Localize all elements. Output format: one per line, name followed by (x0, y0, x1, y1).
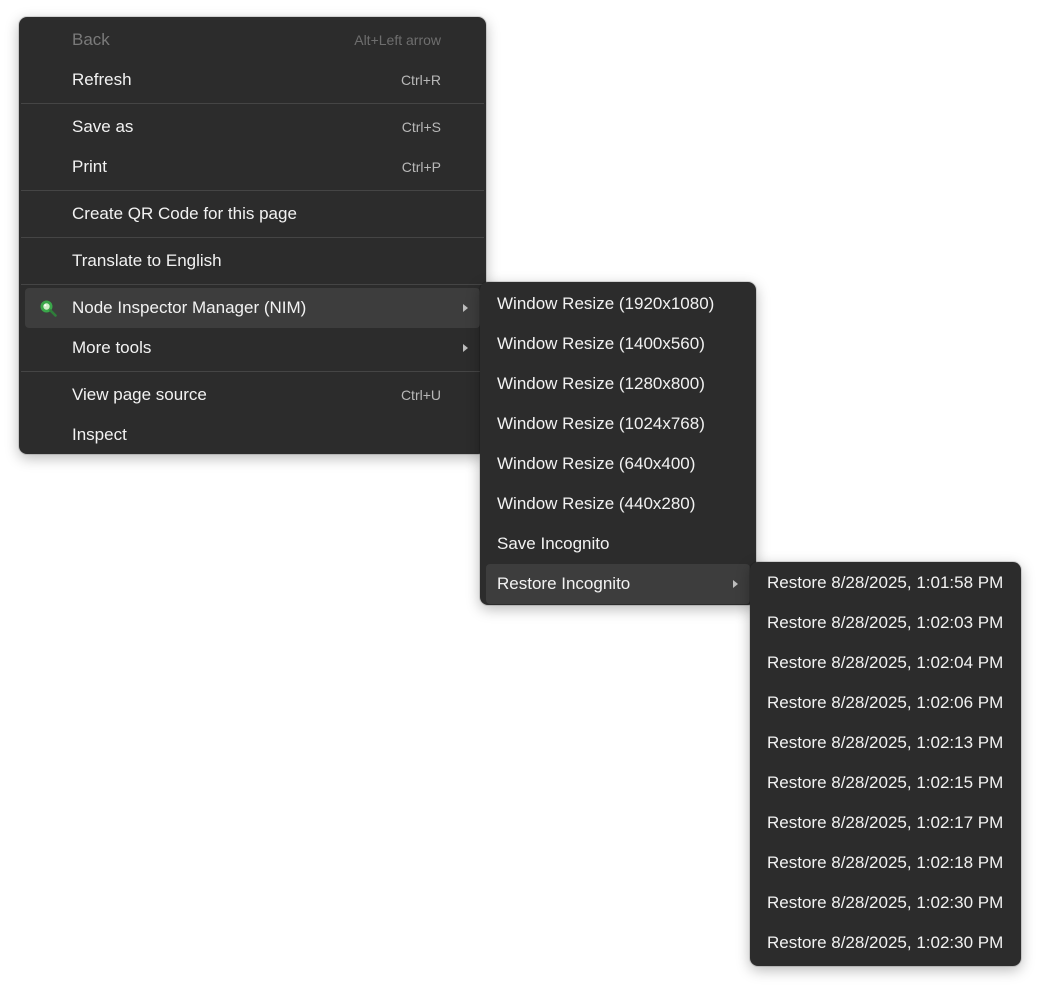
menu-item-label: Window Resize (1024x768) (497, 414, 705, 433)
menu-item-restore-session[interactable]: Restore 8/28/2025, 1:02:15 PM (756, 763, 1015, 803)
menu-item-refresh[interactable]: Refresh Ctrl+R (25, 60, 480, 100)
menu-item-label: Restore 8/28/2025, 1:02:13 PM (767, 733, 1004, 752)
menu-item-inspect[interactable]: Inspect (25, 415, 480, 455)
menu-item-restore-session[interactable]: Restore 8/28/2025, 1:02:17 PM (756, 803, 1015, 843)
menu-item-label: Node Inspector Manager (NIM) (72, 298, 307, 317)
menu-item-restore-session[interactable]: Restore 8/28/2025, 1:02:13 PM (756, 723, 1015, 763)
menu-item-back: Back Alt+Left arrow (25, 20, 480, 60)
menu-item-label: Window Resize (1280x800) (497, 374, 705, 393)
menu-item-window-resize-1280x800[interactable]: Window Resize (1280x800) (486, 364, 750, 404)
menu-item-window-resize-1024x768[interactable]: Window Resize (1024x768) (486, 404, 750, 444)
menu-item-label: Restore 8/28/2025, 1:01:58 PM (767, 573, 1004, 592)
restore-incognito-submenu: Restore 8/28/2025, 1:01:58 PM Restore 8/… (750, 562, 1021, 966)
menu-item-print[interactable]: Print Ctrl+P (25, 147, 480, 187)
menu-item-label: More tools (72, 338, 152, 357)
menu-item-view-page-source[interactable]: View page source Ctrl+U (25, 375, 480, 415)
menu-item-save-as[interactable]: Save as Ctrl+S (25, 107, 480, 147)
menu-item-restore-incognito[interactable]: Restore Incognito (486, 564, 750, 604)
nim-submenu: Window Resize (1920x1080) Window Resize … (480, 282, 756, 605)
submenu-arrow-icon (463, 344, 468, 352)
menu-item-shortcut: Ctrl+R (400, 72, 441, 88)
menu-item-window-resize-440x280[interactable]: Window Resize (440x280) (486, 484, 750, 524)
submenu-arrow-icon (463, 304, 468, 312)
menu-item-create-qr-code[interactable]: Create QR Code for this page (25, 194, 480, 234)
menu-item-restore-session[interactable]: Restore 8/28/2025, 1:02:06 PM (756, 683, 1015, 723)
menu-item-restore-session[interactable]: Restore 8/28/2025, 1:02:03 PM (756, 603, 1015, 643)
menu-item-label: Window Resize (440x280) (497, 494, 696, 513)
submenu-arrow-icon (733, 580, 738, 588)
menu-item-label: Restore 8/28/2025, 1:02:04 PM (767, 653, 1004, 672)
menu-item-label: Restore 8/28/2025, 1:02:30 PM (767, 933, 1004, 952)
menu-item-shortcut: Ctrl+U (400, 387, 441, 403)
menu-item-label: Restore 8/28/2025, 1:02:15 PM (767, 773, 1004, 792)
menu-item-restore-session[interactable]: Restore 8/28/2025, 1:02:30 PM (756, 883, 1015, 923)
menu-item-label: Restore 8/28/2025, 1:02:18 PM (767, 853, 1004, 872)
menu-item-window-resize-1920x1080[interactable]: Window Resize (1920x1080) (486, 284, 750, 324)
menu-item-shortcut: Ctrl+P (401, 159, 441, 175)
menu-item-restore-session[interactable]: Restore 8/28/2025, 1:02:30 PM (756, 923, 1015, 963)
menu-item-label: Restore 8/28/2025, 1:02:17 PM (767, 813, 1004, 832)
menu-item-restore-session[interactable]: Restore 8/28/2025, 1:02:18 PM (756, 843, 1015, 883)
menu-item-label: Window Resize (640x400) (497, 454, 696, 473)
menu-item-shortcut: Alt+Left arrow (354, 32, 441, 48)
menu-item-label: Restore 8/28/2025, 1:02:03 PM (767, 613, 1004, 632)
menu-separator (21, 103, 484, 104)
menu-item-label: Restore Incognito (497, 574, 631, 593)
menu-item-save-incognito[interactable]: Save Incognito (486, 524, 750, 564)
menu-item-nim[interactable]: Node Inspector Manager (NIM) (25, 288, 480, 328)
context-menu: Back Alt+Left arrow Refresh Ctrl+R Save … (19, 17, 486, 454)
menu-item-translate[interactable]: Translate to English (25, 241, 480, 281)
menu-item-label: Window Resize (1400x560) (497, 334, 705, 353)
menu-item-shortcut: Ctrl+S (401, 119, 441, 135)
menu-separator (21, 284, 484, 285)
menu-item-restore-session[interactable]: Restore 8/28/2025, 1:02:04 PM (756, 643, 1015, 683)
menu-separator (21, 190, 484, 191)
menu-item-window-resize-1400x560[interactable]: Window Resize (1400x560) (486, 324, 750, 364)
menu-item-label: Create QR Code for this page (72, 204, 297, 223)
menu-separator (21, 237, 484, 238)
menu-item-label: Save Incognito (497, 534, 610, 553)
menu-item-label: Restore 8/28/2025, 1:02:06 PM (767, 693, 1004, 712)
menu-item-label: Inspect (72, 425, 127, 444)
menu-item-label: Translate to English (72, 251, 222, 270)
menu-item-window-resize-640x400[interactable]: Window Resize (640x400) (486, 444, 750, 484)
menu-separator (21, 371, 484, 372)
menu-item-label: Window Resize (1920x1080) (497, 294, 715, 313)
menu-item-label: Restore 8/28/2025, 1:02:30 PM (767, 893, 1004, 912)
menu-item-restore-session[interactable]: Restore 8/28/2025, 1:01:58 PM (756, 563, 1015, 603)
menu-item-more-tools[interactable]: More tools (25, 328, 480, 368)
nim-extension-icon (40, 300, 57, 317)
